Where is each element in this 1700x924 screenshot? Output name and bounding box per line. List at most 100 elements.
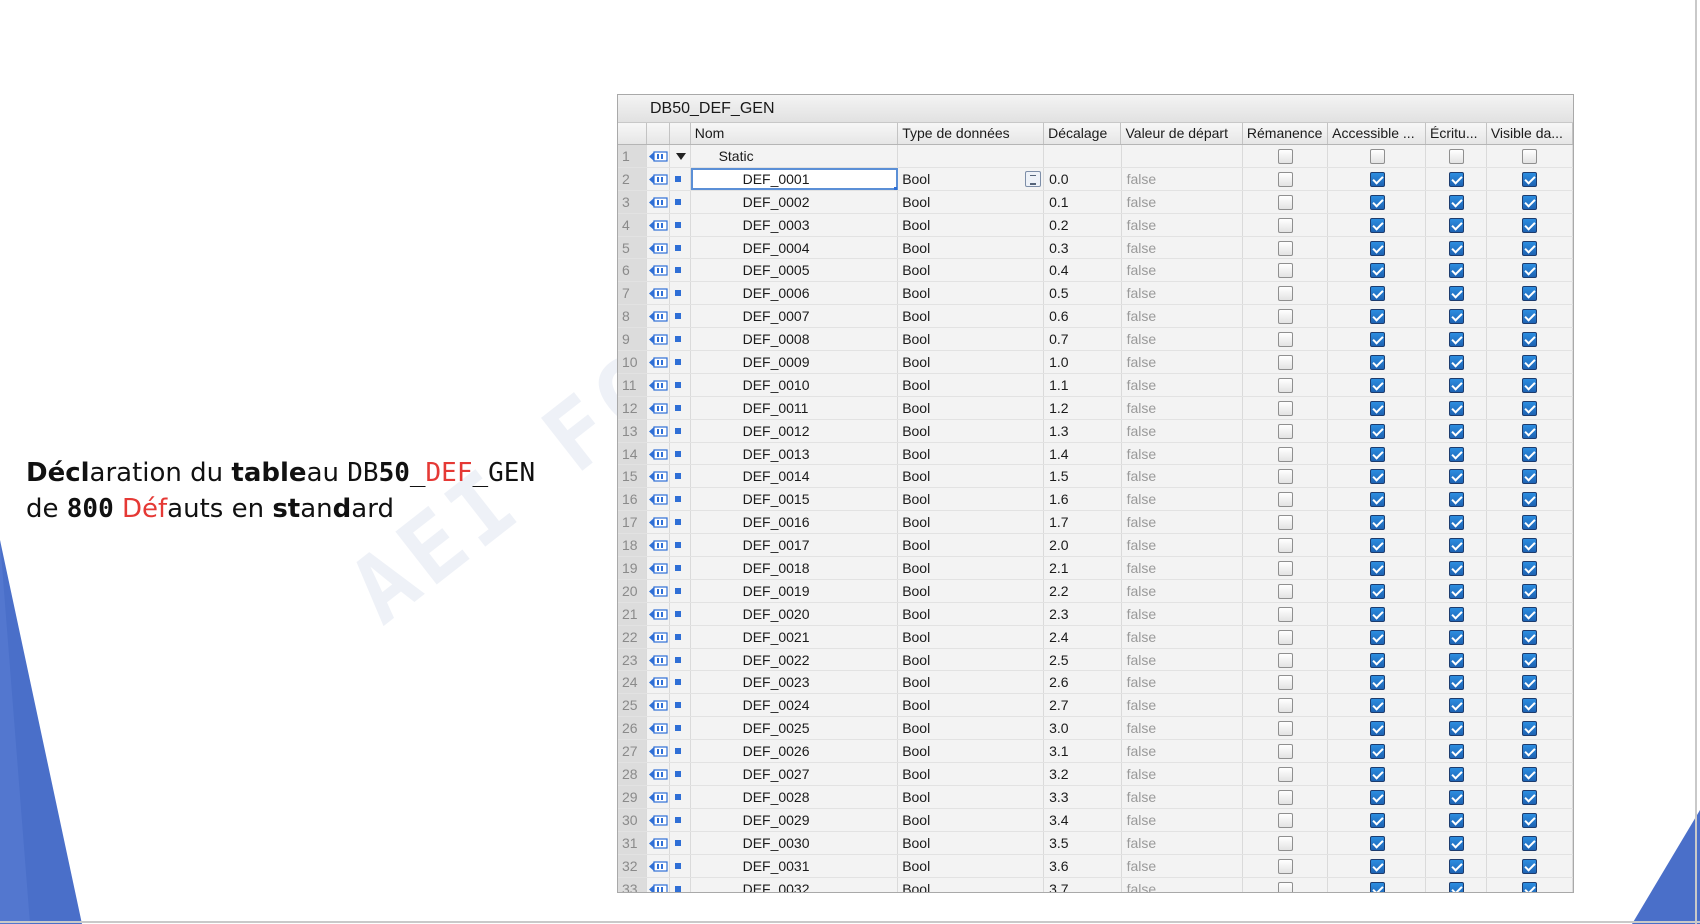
accessible-cell-checkbox[interactable] xyxy=(1369,332,1385,348)
accessible-cell-checkbox[interactable] xyxy=(1369,652,1385,668)
start-value-cell[interactable]: false xyxy=(1122,511,1244,534)
visible-cell-checkbox[interactable] xyxy=(1522,332,1538,348)
accessible-cell-checkbox[interactable] xyxy=(1369,446,1385,462)
name-cell[interactable]: DEF_0005 xyxy=(691,259,899,282)
start-value-cell[interactable]: false xyxy=(1122,557,1244,579)
write-cell-checkbox[interactable] xyxy=(1448,377,1464,393)
retain-cell-checkbox[interactable] xyxy=(1278,789,1294,805)
name-cell[interactable]: DEF_0013 xyxy=(691,442,899,465)
name-cell[interactable]: DEF_0025 xyxy=(691,717,899,740)
table-row[interactable]: 9 DEF_0008 Bool 0.7 false xyxy=(618,328,1573,352)
accessible-cell-checkbox[interactable] xyxy=(1369,721,1385,737)
retain-cell-checkbox[interactable] xyxy=(1278,515,1294,531)
retain-cell-checkbox[interactable] xyxy=(1278,652,1294,668)
header-name[interactable]: Nom xyxy=(691,123,899,144)
accessible-cell-checkbox[interactable] xyxy=(1369,217,1385,233)
retain-cell-checkbox[interactable] xyxy=(1278,629,1294,645)
collapse-arrow-icon[interactable] xyxy=(670,145,691,167)
visible-cell-checkbox[interactable] xyxy=(1522,812,1538,828)
start-value-cell[interactable]: false xyxy=(1122,396,1244,419)
name-cell[interactable]: DEF_0029 xyxy=(691,808,899,831)
name-cell[interactable]: DEF_0020 xyxy=(691,602,899,625)
name-cell[interactable]: DEF_0024 xyxy=(691,694,899,717)
type-cell[interactable]: Bool xyxy=(898,557,1045,579)
retain-cell-checkbox[interactable] xyxy=(1278,881,1294,892)
accessible-cell-checkbox[interactable] xyxy=(1369,561,1385,577)
write-cell-checkbox[interactable] xyxy=(1448,240,1464,256)
header-accessible[interactable]: Accessible ... xyxy=(1328,123,1427,144)
retain-cell-checkbox[interactable] xyxy=(1278,194,1294,210)
static-row[interactable]: 1 Static xyxy=(618,145,1573,168)
table-row[interactable]: 21 DEF_0020 Bool 2.3 false xyxy=(618,602,1573,626)
accessible-cell-checkbox[interactable] xyxy=(1369,492,1385,508)
accessible-cell-checkbox[interactable] xyxy=(1369,240,1385,256)
retain-cell-checkbox[interactable] xyxy=(1278,377,1294,393)
type-cell[interactable]: Bool xyxy=(898,259,1045,282)
table-row[interactable]: 23 DEF_0022 Bool 2.5 false xyxy=(618,648,1573,672)
retain-cell-checkbox[interactable] xyxy=(1278,309,1294,325)
type-cell[interactable]: Bool xyxy=(898,236,1045,259)
retain-cell-checkbox[interactable] xyxy=(1278,538,1294,554)
header-offset[interactable]: Décalage xyxy=(1044,123,1122,144)
start-value-cell[interactable]: false xyxy=(1122,717,1244,740)
visible-cell-checkbox[interactable] xyxy=(1522,217,1538,233)
visible-cell-checkbox[interactable] xyxy=(1522,721,1538,737)
name-cell[interactable]: DEF_0008 xyxy=(691,328,899,351)
name-cell[interactable]: DEF_0011 xyxy=(691,396,899,419)
start-value-cell[interactable]: false xyxy=(1122,213,1244,236)
retain-cell-checkbox[interactable] xyxy=(1278,171,1294,187)
accessible-cell-checkbox[interactable] xyxy=(1369,309,1385,325)
header-visible[interactable]: Visible da... xyxy=(1487,123,1573,144)
write-cell-checkbox[interactable] xyxy=(1448,286,1464,302)
visible-cell-checkbox[interactable] xyxy=(1522,423,1538,439)
visible-cell-checkbox[interactable] xyxy=(1522,446,1538,462)
write-cell-checkbox[interactable] xyxy=(1448,469,1464,485)
type-cell[interactable]: Bool xyxy=(898,579,1045,602)
write-cell-checkbox[interactable] xyxy=(1448,309,1464,325)
accessible-cell-checkbox[interactable] xyxy=(1369,606,1385,622)
start-value-cell[interactable]: false xyxy=(1122,236,1244,259)
write-cell-checkbox[interactable] xyxy=(1448,675,1464,691)
visible-cell-checkbox[interactable] xyxy=(1522,583,1538,599)
retain-cell-checkbox[interactable] xyxy=(1278,423,1294,439)
accessible-cell-checkbox[interactable] xyxy=(1369,812,1385,828)
name-cell[interactable]: DEF_0030 xyxy=(691,831,899,854)
name-cell[interactable]: DEF_0012 xyxy=(691,419,899,442)
table-row[interactable]: 13 DEF_0012 Bool 1.3 false xyxy=(618,419,1573,443)
header-start-value[interactable]: Valeur de départ xyxy=(1121,123,1243,144)
type-cell[interactable]: Bool xyxy=(898,808,1045,831)
table-row[interactable]: 11 DEF_0010 Bool 1.1 false xyxy=(618,373,1573,397)
type-cell[interactable]: Bool xyxy=(898,625,1045,648)
visible-cell-checkbox[interactable] xyxy=(1522,469,1538,485)
name-cell[interactable]: DEF_0027 xyxy=(691,763,899,785)
name-cell[interactable]: DEF_0014 xyxy=(691,465,899,488)
table-row[interactable]: 17 DEF_0016 Bool 1.7 false xyxy=(618,511,1573,535)
type-cell[interactable]: Bool xyxy=(898,419,1045,442)
table-row[interactable]: 30 DEF_0029 Bool 3.4 false xyxy=(618,808,1573,832)
accessible-cell-checkbox[interactable] xyxy=(1369,469,1385,485)
start-value-cell[interactable]: false xyxy=(1122,534,1244,557)
type-cell[interactable] xyxy=(898,145,1045,167)
start-value-cell[interactable]: false xyxy=(1122,877,1244,892)
name-cell[interactable]: DEF_0019 xyxy=(691,579,899,602)
name-cell[interactable]: DEF_0026 xyxy=(691,740,899,763)
retain-cell-checkbox[interactable] xyxy=(1278,240,1294,256)
retain-cell-checkbox[interactable] xyxy=(1278,767,1294,783)
visible-cell-checkbox[interactable] xyxy=(1522,286,1538,302)
name-cell[interactable]: DEF_0028 xyxy=(691,785,899,808)
name-cell[interactable]: DEF_0022 xyxy=(691,648,899,671)
visible-cell-checkbox[interactable] xyxy=(1522,355,1538,371)
start-value-cell[interactable]: false xyxy=(1122,190,1244,213)
type-cell[interactable]: Bool xyxy=(898,648,1045,671)
start-value-cell[interactable]: false xyxy=(1122,442,1244,465)
accessible-cell-checkbox[interactable] xyxy=(1369,286,1385,302)
start-value-cell[interactable]: false xyxy=(1122,419,1244,442)
retain-cell-checkbox[interactable] xyxy=(1278,812,1294,828)
name-cell[interactable]: DEF_0015 xyxy=(691,488,899,511)
accessible-cell-checkbox[interactable] xyxy=(1369,835,1385,851)
table-row[interactable]: 29 DEF_0028 Bool 3.3 false xyxy=(618,785,1573,809)
name-cell[interactable]: DEF_0003 xyxy=(691,213,899,236)
static-name-cell[interactable]: Static xyxy=(691,145,899,167)
visible-cell-checkbox[interactable] xyxy=(1522,515,1538,531)
table-row[interactable]: 31 DEF_0030 Bool 3.5 false xyxy=(618,831,1573,855)
